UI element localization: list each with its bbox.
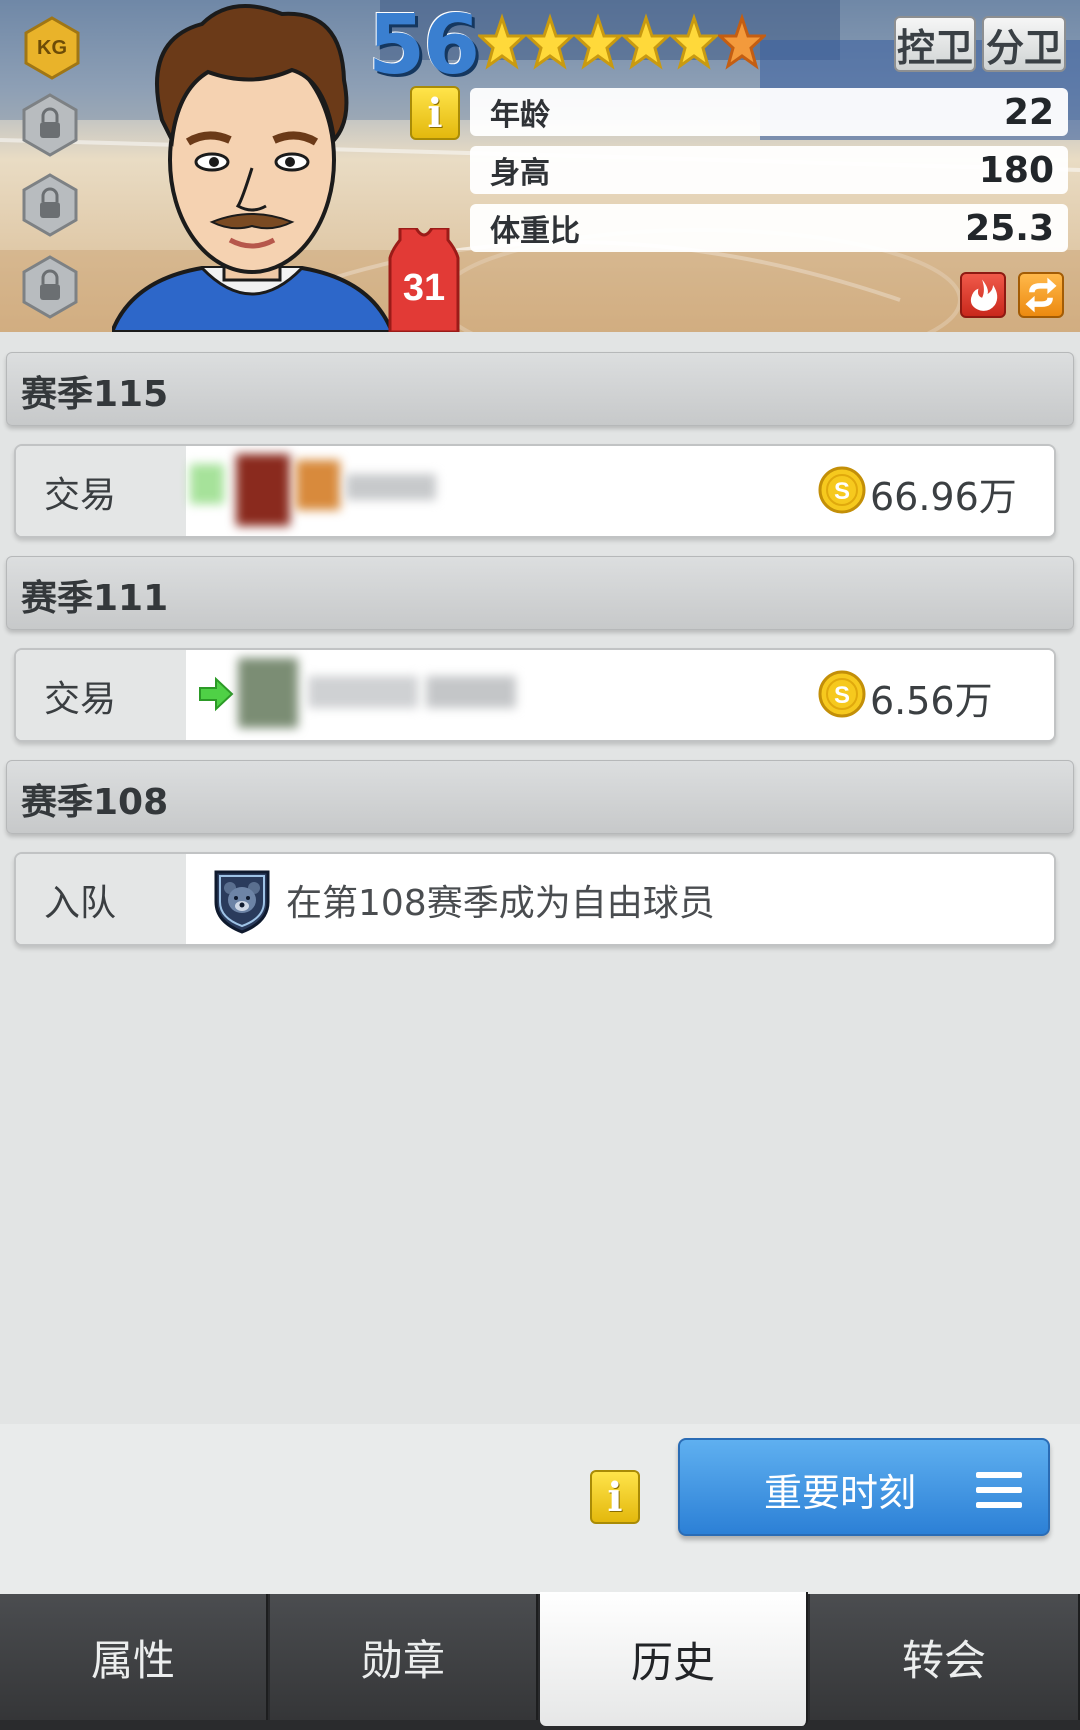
tab-transfer[interactable]: 转会 bbox=[810, 1594, 1080, 1720]
locked-slot-icon[interactable] bbox=[20, 254, 80, 320]
locked-slot-icon[interactable] bbox=[20, 172, 80, 238]
star-rating bbox=[478, 10, 766, 74]
entry-type: 交易 bbox=[44, 679, 117, 720]
redacted-team-logo bbox=[238, 658, 298, 728]
history-entry-trade[interactable]: 交易 S 6.56万 bbox=[14, 648, 1056, 742]
tab-history[interactable]: 历史 bbox=[540, 1592, 808, 1726]
entry-description: 在第108赛季成为自由球员 bbox=[286, 883, 715, 924]
key-moments-label: 重要时刻 bbox=[764, 1471, 917, 1515]
entry-type-cell: 交易 bbox=[16, 650, 186, 740]
star-icon bbox=[574, 13, 622, 70]
arrow-right-icon bbox=[199, 676, 234, 712]
kg-badge-text: KG bbox=[37, 37, 67, 59]
season-label: 赛季111 bbox=[21, 578, 169, 619]
tab-attributes[interactable]: 属性 bbox=[0, 1594, 268, 1720]
fire-button[interactable] bbox=[960, 272, 1006, 318]
entry-type-cell: 入队 bbox=[16, 854, 186, 944]
jersey-number: 31 bbox=[403, 267, 445, 309]
redacted-team-logo bbox=[236, 454, 290, 526]
action-bar: i 重要时刻 bbox=[0, 1424, 1080, 1594]
season-header: 赛季111 bbox=[6, 556, 1074, 630]
redacted-text bbox=[308, 676, 418, 708]
jersey-number-icon: 31 bbox=[388, 228, 460, 332]
season-header: 赛季115 bbox=[6, 352, 1074, 426]
season-header: 赛季108 bbox=[6, 760, 1074, 834]
entry-main: S 6.56万 bbox=[186, 650, 1054, 740]
locked-slot-icon[interactable] bbox=[20, 92, 80, 158]
trade-amount: 6.56万 bbox=[870, 679, 993, 723]
entry-type: 入队 bbox=[44, 883, 117, 924]
stat-row-height: 身高 180 bbox=[470, 146, 1068, 194]
position-button-pg[interactable]: 控卫 bbox=[894, 16, 976, 72]
season-label: 赛季108 bbox=[21, 782, 169, 823]
stat-label: 体重比 bbox=[490, 214, 580, 249]
history-entry-join[interactable]: 入队 在第108赛季成为自由球员 bbox=[14, 852, 1056, 946]
fire-icon bbox=[970, 279, 998, 311]
overall-rating: 56 bbox=[368, 0, 480, 93]
coin-icon: S bbox=[818, 466, 866, 514]
redacted-text bbox=[426, 676, 516, 708]
svg-text:S: S bbox=[834, 478, 850, 505]
stat-row-weight-ratio: 体重比 25.3 bbox=[470, 204, 1068, 252]
swap-icon bbox=[1025, 277, 1057, 313]
position-button-sg[interactable]: 分卫 bbox=[982, 16, 1066, 72]
info-icon[interactable]: i bbox=[590, 1470, 640, 1524]
bottom-tab-bar: 属性 勋章 历史 转会 bbox=[0, 1592, 1080, 1730]
info-icon[interactable]: i bbox=[410, 86, 460, 140]
stat-label: 年龄 bbox=[490, 98, 550, 133]
svg-text:S: S bbox=[834, 682, 850, 709]
stat-row-age: 年龄 22 bbox=[470, 88, 1068, 136]
star-icon bbox=[622, 13, 670, 70]
redacted-text bbox=[346, 474, 436, 500]
entry-type-cell: 交易 bbox=[16, 446, 186, 536]
star-icon bbox=[670, 13, 718, 70]
key-moments-button[interactable]: 重要时刻 bbox=[678, 1438, 1050, 1536]
tab-badges[interactable]: 勋章 bbox=[270, 1594, 538, 1720]
history-entry-trade[interactable]: 交易 S 66.96万 bbox=[14, 444, 1056, 538]
coin-icon: S bbox=[818, 670, 866, 718]
stat-value: 22 bbox=[1003, 91, 1054, 133]
star-icon bbox=[718, 13, 766, 70]
trade-amount: 66.96万 bbox=[870, 475, 1017, 519]
stat-value: 180 bbox=[978, 149, 1054, 191]
star-icon bbox=[526, 13, 574, 70]
swap-button[interactable] bbox=[1018, 272, 1064, 318]
entry-type: 交易 bbox=[44, 475, 117, 516]
stat-label: 身高 bbox=[490, 156, 550, 191]
player-avatar bbox=[112, 4, 392, 332]
player-header: KG 31 56 控卫 分卫 i 年龄 22 身高 180 体重比 25.3 bbox=[0, 0, 1080, 332]
redacted-block bbox=[190, 464, 224, 504]
stat-value: 25.3 bbox=[965, 207, 1054, 249]
menu-icon bbox=[976, 1472, 1022, 1508]
redacted-block bbox=[296, 460, 340, 510]
bear-team-logo-icon bbox=[214, 870, 270, 934]
entry-main: S 66.96万 bbox=[186, 446, 1054, 536]
star-icon bbox=[478, 13, 526, 70]
kg-badge-icon: KG bbox=[24, 16, 80, 80]
season-label: 赛季115 bbox=[21, 374, 169, 415]
